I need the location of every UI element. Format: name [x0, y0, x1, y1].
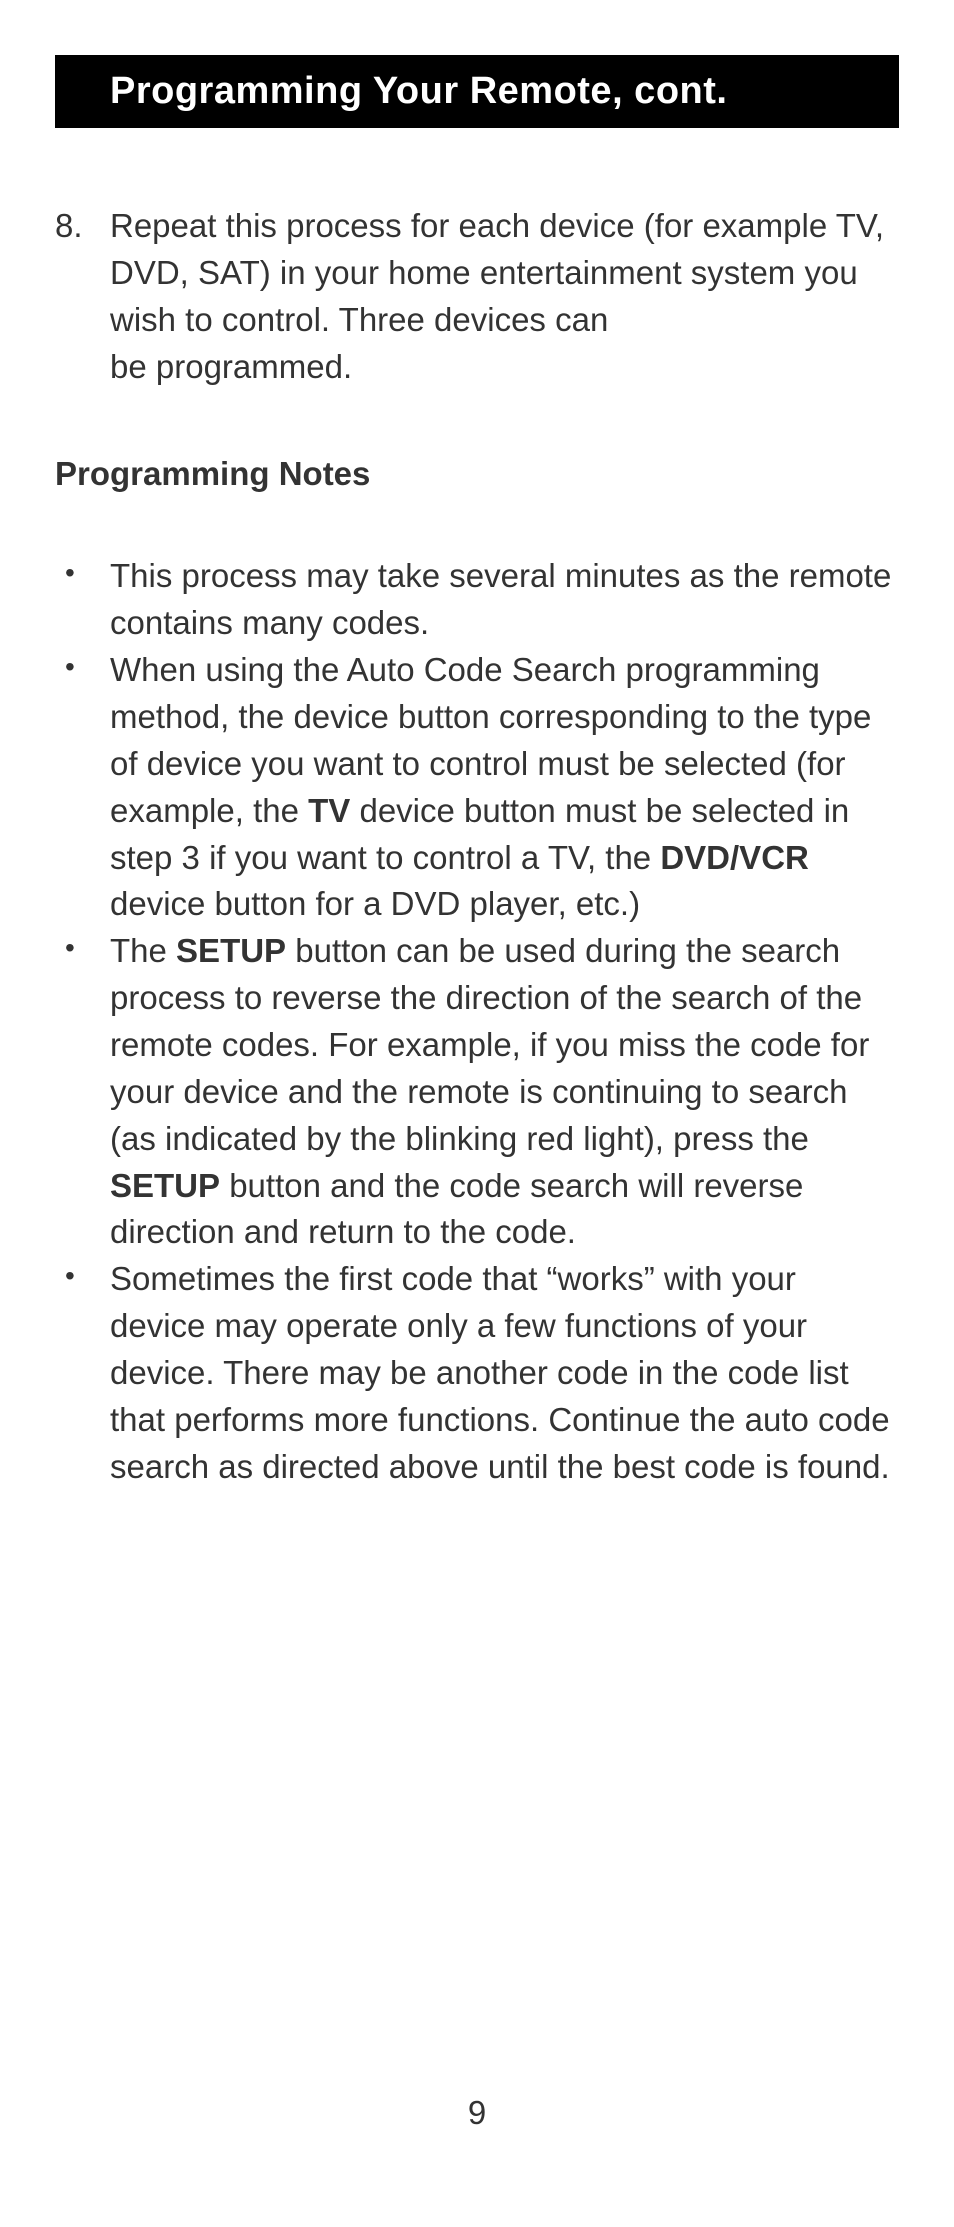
bullet-marker: • [55, 1256, 110, 1490]
page-title: Programming Your Remote, cont. [110, 70, 899, 113]
bullet-text: When using the Auto Code Search programm… [110, 647, 899, 928]
bullet-text: This process may take several minutes as… [110, 553, 899, 647]
page-number: 9 [0, 2094, 954, 2132]
text-segment: SETUP [176, 932, 286, 969]
bullet-marker: • [55, 553, 110, 647]
text-segment: Sometimes the first code that “works” wi… [110, 1260, 890, 1484]
bullet-item: •When using the Auto Code Search program… [55, 647, 899, 928]
bullet-item: •This process may take several minutes a… [55, 553, 899, 647]
bullet-text: The SETUP button can be used during the … [110, 928, 899, 1256]
bullet-text: Sometimes the first code that “works” wi… [110, 1256, 899, 1490]
text-segment: device button for a DVD player, etc.) [110, 885, 640, 922]
text-segment: The [110, 932, 176, 969]
page-content: 8. Repeat this process for each device (… [55, 203, 899, 1491]
bullet-marker: • [55, 928, 110, 1256]
item-number: 8. [55, 203, 110, 390]
text-segment: SETUP [110, 1167, 220, 1204]
bullet-list: •This process may take several minutes a… [55, 553, 899, 1490]
page-header: Programming Your Remote, cont. [55, 55, 899, 128]
numbered-list-item: 8. Repeat this process for each device (… [55, 203, 899, 390]
bullet-marker: • [55, 647, 110, 928]
bullet-item: •Sometimes the first code that “works” w… [55, 1256, 899, 1490]
text-segment: This process may take several minutes as… [110, 557, 891, 641]
item-text-line2: be programmed. [110, 348, 352, 385]
item-text: Repeat this process for each device (for… [110, 203, 899, 390]
item-text-line1: Repeat this process for each device (for… [110, 207, 884, 338]
text-segment: DVD/VCR [660, 839, 809, 876]
bullet-item: •The SETUP button can be used during the… [55, 928, 899, 1256]
section-title: Programming Notes [55, 455, 899, 493]
text-segment: TV [308, 792, 350, 829]
